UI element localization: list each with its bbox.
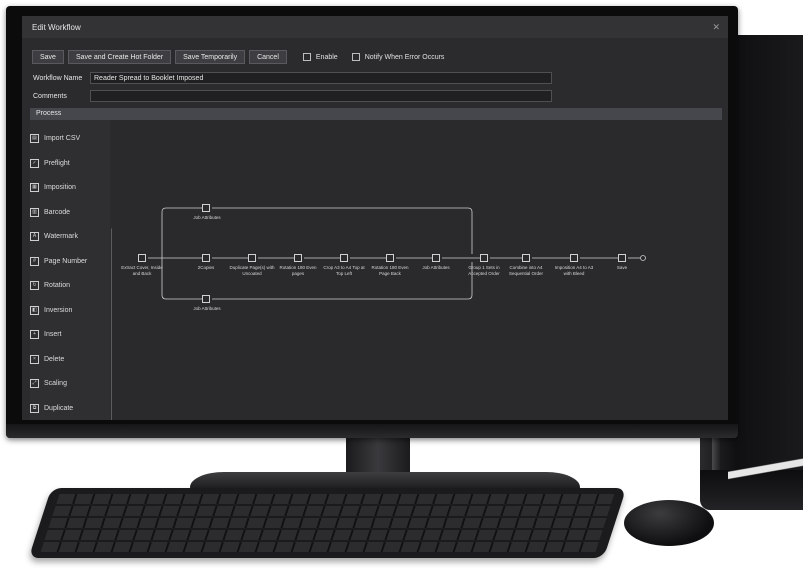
workflow-node-label: Rotation 180 Even Page Back — [371, 265, 409, 276]
toolbar: Save Save and Create Hot Folder Save Tem… — [32, 50, 444, 64]
workflow-node-7[interactable] — [432, 254, 440, 262]
workflow-node-label: Group 1 Sets in Accepted Order — [468, 265, 500, 276]
workflow-name-input[interactable]: Reader Spread to Booklet Imposed — [90, 72, 552, 84]
sidebar-item-label: Scaling — [44, 380, 67, 387]
job-attributes-top-node[interactable] — [202, 204, 210, 212]
dialog-title: Edit Workflow — [32, 23, 81, 32]
workflow-node-1[interactable] — [138, 254, 146, 262]
save-and-create-hot-folder-button[interactable]: Save and Create Hot Folder — [67, 50, 172, 64]
workflow-node-label: 2Copies — [197, 265, 215, 270]
job-attributes-bottom-label: Job Attributes — [193, 306, 221, 311]
workflow-node-10[interactable] — [570, 254, 578, 262]
scaling-icon: ⤢ — [30, 379, 39, 388]
sidebar-item-page-number[interactable]: # Page Number — [30, 256, 88, 266]
enable-label: Enable — [315, 53, 338, 61]
sidebar-item-label: Watermark — [44, 233, 78, 240]
sidebar-item-watermark[interactable]: A Watermark — [30, 232, 78, 241]
sidebar-item-duplicate[interactable]: ⧉ Duplicate — [30, 403, 74, 413]
workflow-node-label: Imposition A4 to A3 with Bleed — [554, 265, 594, 276]
save-button[interactable]: Save — [32, 50, 64, 64]
sidebar-item-inversion[interactable]: ◧ Inversion — [30, 305, 73, 315]
delete-icon: × — [30, 354, 39, 364]
sidebar-item-import-csv[interactable]: ▤ Import CSV — [30, 134, 80, 143]
workflow-node-label: Crop A3 to A4 Top at Top Left — [323, 265, 365, 276]
process-label: Process — [36, 110, 62, 117]
process-header: Process — [30, 108, 722, 120]
workflow-name-label: Workflow Name — [33, 75, 83, 82]
preflight-icon: ✓ — [30, 158, 39, 168]
sidebar-item-label: Preflight — [44, 159, 70, 167]
sidebar-item-scaling[interactable]: ⤢ Scaling — [30, 379, 67, 388]
sidebar-item-label: Imposition — [44, 184, 76, 191]
workflow-node-4[interactable] — [294, 254, 302, 262]
keyboard — [28, 488, 627, 558]
comments-input[interactable] — [90, 90, 552, 102]
barcode-icon: ▥ — [30, 207, 39, 217]
sidebar-item-label: Insert — [44, 331, 62, 338]
sidebar-item-label: Rotation — [44, 282, 71, 289]
imposition-icon: ▦ — [30, 183, 39, 192]
tower-accent-stripe — [728, 430, 803, 520]
mouse — [624, 500, 714, 546]
workflow-node-label: Duplicate Page(s) with Uncoated — [229, 265, 275, 276]
enable-checkbox[interactable]: Enable — [302, 53, 338, 61]
sidebar-item-label: Duplicate — [44, 404, 74, 412]
sidebar-item-label: Import CSV — [44, 135, 81, 142]
workflow-node-6[interactable] — [386, 254, 394, 262]
workflow-node-5[interactable] — [340, 254, 348, 262]
printer-icon: ▤ — [30, 134, 39, 143]
close-icon[interactable]: ✕ — [712, 22, 720, 33]
watermark-icon: A — [30, 232, 39, 241]
notify-checkbox[interactable]: Notify When Error Occurs — [351, 53, 445, 61]
duplicate-icon: ⧉ — [30, 403, 39, 413]
keyboard-keys — [40, 494, 615, 552]
save-temporarily-button[interactable]: Save Temporarily — [175, 50, 246, 64]
rotation-icon: ↻ — [30, 281, 39, 290]
page-number-icon: # — [30, 256, 39, 266]
workflow-node-9[interactable] — [522, 254, 530, 262]
sidebar-item-delete[interactable]: × Delete — [30, 354, 65, 364]
dialog-titlebar: Edit Workflow ✕ — [22, 16, 728, 38]
notify-checkbox-box[interactable] — [351, 53, 360, 61]
workflow-node-label: Rotation 180 Even pages — [279, 265, 317, 276]
comments-label: Comments — [33, 93, 67, 100]
enable-checkbox-box[interactable] — [302, 53, 311, 61]
workflow-canvas[interactable]: Extract Cover, Inside and Back 2Copies Dup… — [112, 120, 728, 420]
workflow-node-8[interactable] — [480, 254, 488, 262]
insert-icon: + — [30, 330, 39, 339]
workflow-node-label: Extract Cover, Inside and Back — [121, 265, 163, 276]
sidebar-item-label: Page Number — [44, 257, 88, 265]
edit-workflow-dialog: Edit Workflow ✕ Save Save and Create Hot… — [22, 16, 728, 420]
workflow-node-11[interactable] — [618, 254, 626, 262]
workflow-node-label: Job Attributes — [422, 265, 450, 270]
sidebar-item-barcode[interactable]: ▥ Barcode — [30, 207, 71, 217]
sidebar-item-insert[interactable]: + Insert — [30, 330, 62, 339]
sidebar-item-rotation[interactable]: ↻ Rotation — [30, 281, 70, 290]
monitor-chin — [6, 424, 738, 438]
job-attributes-bottom-node[interactable] — [202, 295, 210, 303]
sidebar-item-imposition[interactable]: ▦ Imposition — [30, 183, 76, 192]
sidebar-item-label: Delete — [44, 355, 65, 363]
notify-label: Notify When Error Occurs — [364, 53, 445, 61]
cancel-button[interactable]: Cancel — [249, 50, 287, 64]
workflow-node-label: Combine into A4 Sequential Order — [508, 265, 544, 276]
sidebar-item-label: Inversion — [44, 306, 73, 314]
sidebar-item-preflight[interactable]: ✓ Preflight — [30, 158, 70, 168]
inversion-icon: ◧ — [30, 305, 39, 315]
workflow-node-3[interactable] — [248, 254, 256, 262]
workflow-node-label: Save — [616, 265, 628, 270]
job-attributes-top-label: Job Attributes — [193, 215, 221, 220]
workflow-node-2[interactable] — [202, 254, 210, 262]
sidebar-item-label: Barcode — [44, 208, 71, 216]
